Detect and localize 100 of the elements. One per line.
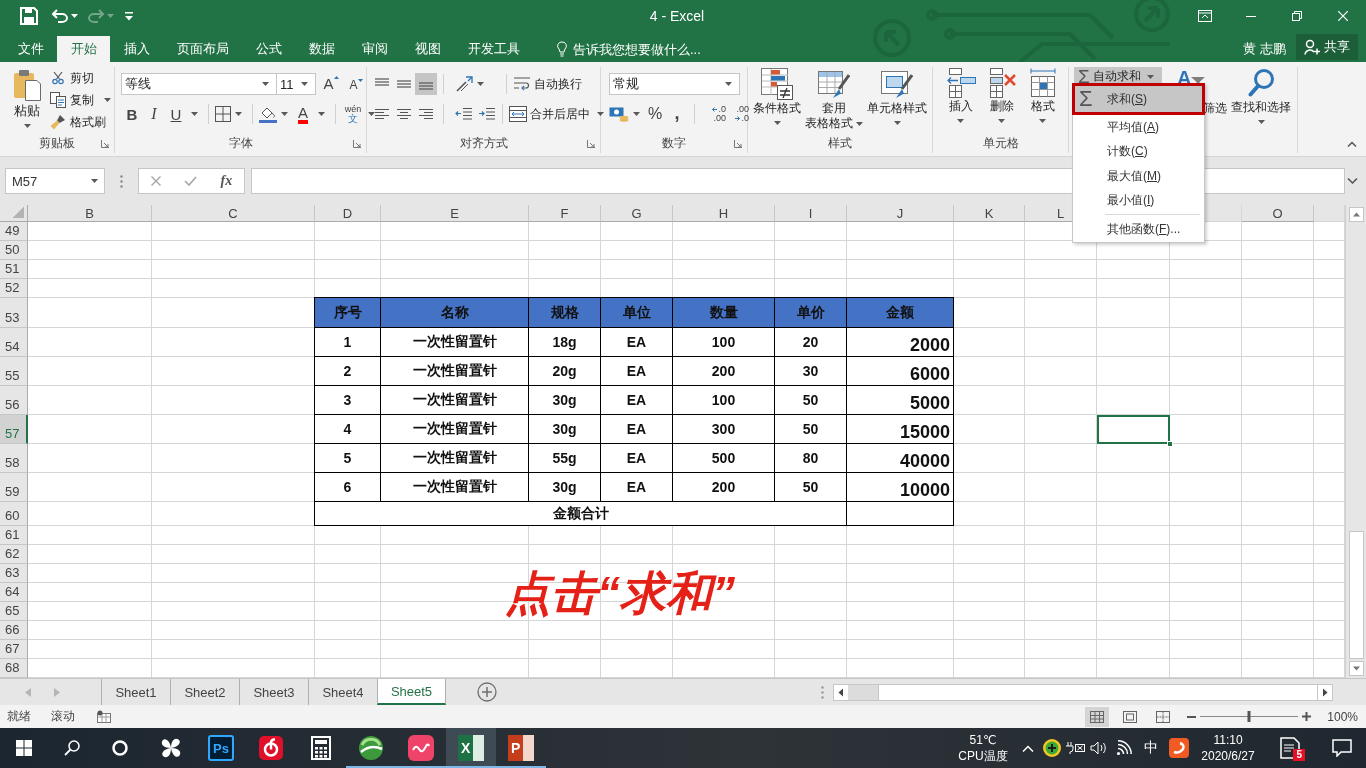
check-icon[interactable] bbox=[184, 176, 198, 186]
battery-plug-icon[interactable] bbox=[1065, 741, 1085, 755]
conditional-format-button[interactable]: 条件格式 bbox=[751, 67, 803, 125]
cell-styles-button[interactable]: 单元格样式 bbox=[865, 67, 929, 125]
caret-icon[interactable] bbox=[1039, 119, 1046, 123]
dialog-launcher-icon[interactable] bbox=[587, 139, 595, 148]
bold-button[interactable]: B bbox=[121, 103, 143, 125]
ribbon-tab[interactable]: 数据 bbox=[295, 36, 348, 62]
scroll-left-icon[interactable] bbox=[834, 684, 848, 700]
row-header[interactable]: 50 bbox=[0, 241, 28, 260]
scrollbar-thumb[interactable] bbox=[878, 684, 1318, 700]
percent-button[interactable]: % bbox=[644, 103, 666, 125]
caret-icon[interactable] bbox=[1257, 120, 1265, 124]
copy-button[interactable]: 复制 bbox=[50, 89, 115, 111]
caret-icon[interactable] bbox=[597, 112, 604, 116]
scroll-down-icon[interactable] bbox=[1348, 661, 1364, 676]
customize-icon[interactable] bbox=[124, 11, 134, 21]
undo-icon[interactable] bbox=[52, 9, 68, 23]
dialog-launcher-icon[interactable] bbox=[101, 139, 109, 148]
horizontal-scrollbar[interactable] bbox=[833, 683, 1333, 701]
phonetic-guide-button[interactable]: wén 文 bbox=[342, 103, 364, 125]
align-left-icon[interactable] bbox=[374, 108, 390, 120]
row-header[interactable]: 54 bbox=[0, 328, 28, 357]
pinwheel-icon[interactable] bbox=[159, 736, 183, 760]
ribbon-tab[interactable]: 插入 bbox=[110, 36, 163, 62]
caret-icon[interactable] bbox=[104, 98, 111, 102]
decrease-indent-icon[interactable] bbox=[455, 107, 473, 121]
format-cells-button[interactable]: 格式 bbox=[1022, 67, 1063, 123]
new-sheet-icon[interactable] bbox=[477, 682, 497, 702]
selected-cell[interactable] bbox=[1097, 415, 1170, 444]
column-header[interactable]: G bbox=[601, 205, 673, 222]
ribbon-tab[interactable]: 文件 bbox=[4, 36, 57, 62]
caret-icon[interactable] bbox=[281, 112, 288, 116]
row-header[interactable]: 64 bbox=[0, 583, 28, 602]
caret-icon[interactable] bbox=[893, 121, 901, 125]
share-button[interactable]: 共享 bbox=[1296, 34, 1358, 60]
taskbar-button[interactable]: P bbox=[496, 728, 546, 768]
ribbon-tab[interactable]: 公式 bbox=[242, 36, 295, 62]
number-format-combo[interactable]: 常规 bbox=[609, 73, 740, 95]
font-size-combo[interactable]: 11 bbox=[276, 73, 316, 95]
taskbar-button[interactable]: Ps bbox=[196, 728, 246, 768]
column-header[interactable]: O bbox=[1242, 205, 1314, 222]
ribbon-tab[interactable]: 开发工具 bbox=[454, 36, 533, 62]
wifi-icon[interactable] bbox=[1116, 740, 1132, 756]
column-header[interactable]: K bbox=[954, 205, 1025, 222]
fill-handle[interactable] bbox=[1167, 441, 1173, 447]
insert-cells-button[interactable]: 插入 bbox=[940, 67, 981, 123]
row-header[interactable]: 59 bbox=[0, 473, 28, 502]
banknote-coins-icon[interactable] bbox=[609, 106, 629, 122]
comma-style-button[interactable]: , bbox=[666, 103, 688, 125]
caret-icon[interactable] bbox=[773, 121, 781, 125]
column-header[interactable]: I bbox=[775, 205, 847, 222]
vertical-scrollbar[interactable] bbox=[1345, 205, 1366, 678]
clock-time[interactable]: 11:10 bbox=[1213, 732, 1243, 748]
insert-function-button[interactable]: fx bbox=[220, 173, 233, 189]
notification-icon[interactable] bbox=[1280, 737, 1300, 759]
italic-button[interactable]: I bbox=[143, 103, 165, 125]
speaker-icon[interactable] bbox=[1090, 741, 1108, 755]
shrink-font-button[interactable]: A bbox=[346, 73, 366, 95]
increase-indent-icon[interactable] bbox=[478, 107, 496, 121]
orb-icon[interactable] bbox=[358, 735, 384, 761]
ribbon-display-icon[interactable] bbox=[1198, 10, 1212, 22]
worksheet-grid[interactable] bbox=[0, 205, 1345, 678]
expand-formula-icon[interactable] bbox=[1347, 178, 1358, 184]
collapse-ribbon-icon[interactable] bbox=[1347, 141, 1357, 147]
save-icon[interactable] bbox=[20, 7, 38, 25]
format-painter-button[interactable]: 格式刷 bbox=[50, 111, 115, 133]
menu-item[interactable]: 平均值(A) bbox=[1073, 115, 1204, 140]
wave-tile-icon[interactable] bbox=[408, 735, 434, 761]
column-header[interactable]: C bbox=[152, 205, 315, 222]
caret-icon[interactable] bbox=[856, 121, 863, 126]
chevron-up-icon[interactable] bbox=[1022, 744, 1034, 752]
find-select-button[interactable]: 查找和选择 bbox=[1230, 67, 1292, 124]
cut-button[interactable]: 剪切 bbox=[50, 67, 115, 89]
swoosh-tile-icon[interactable] bbox=[1169, 738, 1189, 758]
diagonal-arrow-icon[interactable] bbox=[455, 76, 473, 92]
caret-icon[interactable] bbox=[957, 119, 964, 123]
align-right-icon[interactable] bbox=[418, 108, 434, 120]
caret-icon[interactable] bbox=[998, 119, 1005, 123]
speech-bubble-icon[interactable] bbox=[1331, 739, 1352, 757]
decrease-decimal-button[interactable]: .00 .0 bbox=[729, 105, 749, 123]
ribbon-tab[interactable]: 视图 bbox=[401, 36, 454, 62]
column-header[interactable]: B bbox=[28, 205, 152, 222]
caret-icon[interactable] bbox=[91, 179, 98, 183]
zoom-in-icon[interactable] bbox=[1302, 712, 1312, 721]
macro-record-icon[interactable] bbox=[97, 710, 111, 723]
row-header[interactable]: 65 bbox=[0, 602, 28, 621]
scroll-up-icon[interactable] bbox=[1348, 207, 1364, 222]
row-header[interactable]: 57 bbox=[0, 415, 28, 444]
dialog-launcher-icon[interactable] bbox=[734, 139, 742, 148]
ime-indicator[interactable]: 中 bbox=[1144, 739, 1158, 757]
caret-icon[interactable] bbox=[368, 112, 375, 116]
scrollbar-thumb[interactable] bbox=[1348, 531, 1364, 659]
normal-view-icon[interactable] bbox=[1085, 706, 1110, 727]
page-break-icon[interactable] bbox=[1156, 710, 1171, 723]
ribbon-tab[interactable]: 审阅 bbox=[348, 36, 401, 62]
ring-icon[interactable] bbox=[112, 740, 128, 756]
column-header[interactable]: F bbox=[529, 205, 601, 222]
row-header[interactable]: 60 bbox=[0, 502, 28, 526]
user-name[interactable]: 黄 志鹏 bbox=[1235, 36, 1294, 62]
